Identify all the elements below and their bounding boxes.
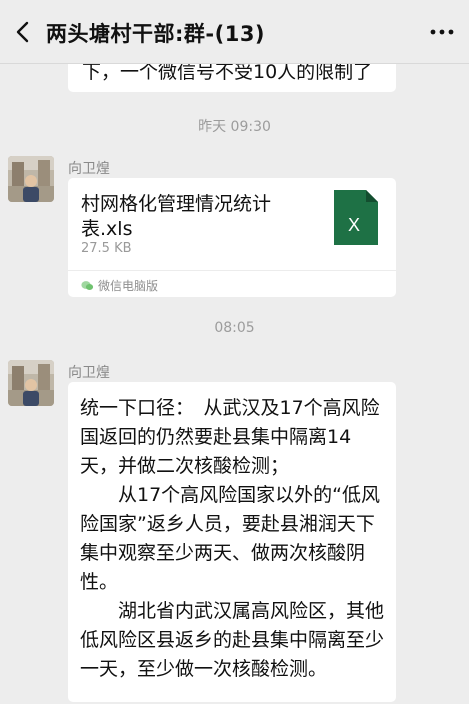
text-message-bubble[interactable]: 统一下口径： 从武汉及17个高风险国返回的仍然要赴县集中隔离14天，并做二次核酸… [68,382,396,702]
message-paragraph: 统一下口径： 从武汉及17个高风险国返回的仍然要赴县集中隔离14天，并做二次核酸… [80,397,380,477]
chevron-left-icon[interactable] [12,20,34,44]
divider [68,270,396,271]
avatar[interactable] [8,360,54,406]
file-size: 27.5 KB [81,241,132,256]
more-dots-icon[interactable] [429,22,455,42]
chat-header: 两头塘村干部:群-(13) [0,0,469,64]
excel-icon-letter: X [348,215,360,235]
message-bubble-partial[interactable]: 下，一个微信号不受10人的限制了 [68,64,396,92]
file-name: 村网格化管理情况统计表.xls [81,193,272,240]
timestamp: 08:05 [214,320,255,336]
avatar[interactable] [8,156,54,202]
message-list[interactable]: 下，一个微信号不受10人的限制了 昨天 09:30 向卫煌 村网格化管理情况统计… [0,64,469,704]
file-source-label: 微信电脑版 [98,279,159,293]
wechat-pc-icon [81,281,94,290]
message-paragraph: 湖北省内武汉属高风险区，其他低风险区县返乡的赴县集中隔离至少一天，至少做一次核酸… [80,600,385,680]
excel-file-icon: X [334,190,378,245]
file-message-card[interactable]: 村网格化管理情况统计表.xls 27.5 KB X 微信电脑版 [68,178,396,297]
chat-title: 两头塘村干部:群-(13) [46,22,266,46]
file-source: 微信电脑版 [81,277,158,294]
message-paragraph: 从17个高风险国家以外的“低风险国家”返乡人员，要赴县湘润天下集中观察至少两天、… [80,484,381,593]
timestamp: 昨天 09:30 [198,119,271,135]
sender-name: 向卫煌 [68,365,110,381]
sender-name: 向卫煌 [68,161,110,177]
message-text: 下，一个微信号不受10人的限制了 [82,64,373,83]
